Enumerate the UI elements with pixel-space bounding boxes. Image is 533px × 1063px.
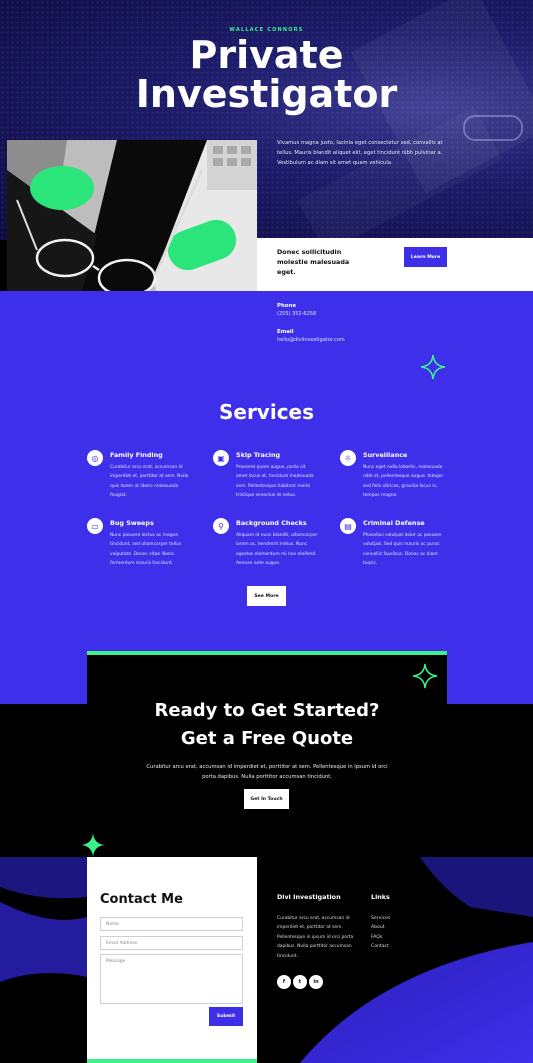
- get-in-touch-button[interactable]: Get In Touch: [244, 789, 289, 809]
- footer-section: [0, 857, 533, 1063]
- services-title: Services: [218, 400, 315, 424]
- film-icon: ▤: [340, 518, 356, 534]
- sparkle-icon: [412, 663, 438, 689]
- service-title: Bug Sweeps: [110, 519, 154, 527]
- service-text: Nunc eget nulla lobortis, malesuada nibh…: [363, 465, 444, 499]
- footer-links: Services About FAQs Contact: [371, 914, 390, 952]
- contact-form-title: Contact Me: [100, 892, 183, 907]
- name-field[interactable]: Name: [100, 917, 243, 931]
- hero-description: Vivamus magna justo, lacinia eget consec…: [277, 140, 443, 166]
- service-text: Aliquam id nunc blandit, ullamcorper lor…: [236, 533, 318, 567]
- footer-about-text: Curabitur arcu erat, accumsan id imperdi…: [277, 916, 354, 959]
- page-title: Private Investigator: [0, 36, 533, 114]
- see-more-button[interactable]: See More: [247, 586, 286, 606]
- quote-accent-bar: [87, 651, 447, 655]
- service-text: Curabitur arcu erat, accumsan id imperdi…: [110, 465, 189, 499]
- footer-wave-decor: [0, 857, 533, 1063]
- image-icon: ▣: [213, 450, 229, 466]
- footer-link-contact[interactable]: Contact: [371, 942, 390, 951]
- service-text: Phasellus volutpat dolor ac posuere volu…: [363, 533, 442, 567]
- quote-title-line-1: Ready to Get Started?: [154, 700, 380, 721]
- submit-button[interactable]: Submit: [209, 1007, 243, 1026]
- phone-label: Phone: [277, 303, 296, 309]
- message-field[interactable]: Message: [100, 954, 243, 1004]
- page-title-line-2: Investigator: [135, 72, 398, 116]
- service-title: Family Finding: [110, 451, 163, 459]
- email-field[interactable]: Email Address: [100, 936, 243, 950]
- hero-glasses-image: [463, 115, 523, 141]
- contact-card-accent-bar: [87, 1059, 257, 1063]
- email-address[interactable]: hello@diviinvestigator.com: [277, 336, 345, 344]
- lightbulb-icon: ☼: [340, 450, 356, 466]
- email-label: Email: [277, 329, 294, 335]
- phone-number[interactable]: (255) 352-6258: [277, 310, 345, 318]
- service-title: Background Checks: [236, 519, 307, 527]
- service-title: Skip Tracing: [236, 451, 281, 459]
- cta-strip: Donec sollicitudin molestie malesuada eg…: [257, 238, 533, 291]
- compass-icon: ◎: [87, 450, 103, 466]
- quote-title: Ready to Get Started? Get a Free Quote: [87, 697, 447, 753]
- service-text: Nunc posuere lectus ac magna tincidunt, …: [110, 533, 182, 567]
- footer-link-services[interactable]: Services: [371, 914, 390, 923]
- linkedin-icon[interactable]: in: [309, 975, 323, 989]
- sparkle-icon: [81, 833, 105, 857]
- quote-text: Curabitur arcu erat, accumsan id imperdi…: [146, 764, 388, 780]
- footer-about-title: Divi Investigation: [277, 893, 341, 901]
- contact-info: Phone (255) 352-6258 Email hello@diviinv…: [277, 302, 345, 354]
- quote-section: [87, 651, 447, 859]
- footer-link-faqs[interactable]: FAQs: [371, 933, 390, 942]
- learn-more-button[interactable]: Learn More: [404, 247, 447, 267]
- pin-icon: ⚲: [213, 518, 229, 534]
- cta-strip-text: Donec sollicitudin molestie malesuada eg…: [277, 248, 350, 276]
- service-title: Surveillance: [363, 451, 408, 459]
- footer-link-about[interactable]: About: [371, 923, 390, 932]
- footer-links-title: Links: [371, 893, 390, 901]
- twitter-icon[interactable]: t: [293, 975, 307, 989]
- service-title: Criminal Defense: [363, 519, 425, 527]
- facebook-icon[interactable]: f: [277, 975, 291, 989]
- monitor-icon: ▭: [87, 518, 103, 534]
- service-text: Praesent quam augue, porta sit amet lacu…: [236, 465, 314, 499]
- page-title-line-1: Private: [189, 33, 344, 77]
- sparkle-icon: [420, 354, 446, 380]
- quote-title-line-2: Get a Free Quote: [180, 728, 354, 749]
